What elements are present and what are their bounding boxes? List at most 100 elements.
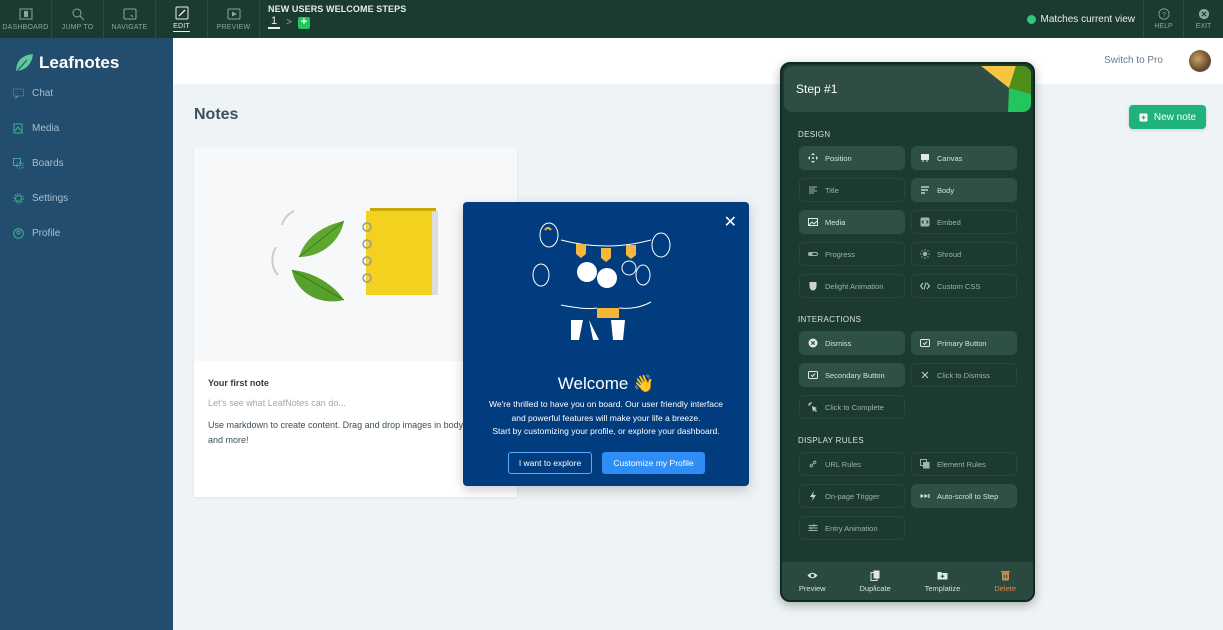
option-label: Click to Dismiss: [937, 370, 990, 380]
mask-icon: [809, 282, 817, 291]
option-element-rules[interactable]: Element Rules: [911, 452, 1017, 476]
option-label: Element Rules: [937, 459, 986, 469]
progress-icon: [808, 252, 818, 256]
duplicate-label: Duplicate: [859, 583, 891, 593]
view-match-label: Matches current view: [1040, 13, 1135, 25]
toolbar-dashboard-label: DASHBOARD: [2, 24, 49, 31]
option-label: Custom CSS: [937, 281, 981, 291]
option-click-to-dismiss[interactable]: Click to Dismiss: [911, 363, 1017, 387]
option-label: Position: [825, 153, 852, 163]
code-icon: [920, 282, 930, 290]
preview-label: Preview: [798, 583, 826, 593]
chat-icon: [13, 88, 24, 99]
toolbar-navigate-button[interactable]: NAVIGATE: [104, 0, 156, 38]
sidebar-item-media[interactable]: Media: [13, 123, 59, 134]
option-embed[interactable]: Embed: [911, 210, 1017, 234]
option-label: Delight Animation: [825, 281, 884, 291]
page-title: Notes: [194, 106, 239, 123]
image-icon: [808, 218, 818, 226]
title-icon: [809, 186, 817, 194]
option-label: Shroud: [937, 249, 962, 259]
sidebar-item-label: Boards: [32, 158, 64, 169]
option-auto-scroll[interactable]: Auto-scroll to Step: [911, 484, 1017, 508]
option-label: Body: [937, 185, 955, 195]
option-primary-button[interactable]: Primary Button: [911, 331, 1017, 355]
option-media[interactable]: Media: [799, 210, 905, 234]
option-progress[interactable]: Progress: [799, 242, 905, 266]
option-custom-css[interactable]: Custom CSS: [911, 274, 1017, 298]
new-note-button[interactable]: New note: [1129, 105, 1206, 129]
profile-icon: [13, 228, 24, 239]
dashboard-icon: [19, 8, 32, 20]
sidebar-item-boards[interactable]: Boards: [13, 158, 64, 169]
option-entry-animation[interactable]: Entry Animation: [799, 516, 905, 540]
brand-name: Leafnotes: [39, 53, 120, 72]
option-label: Primary Button: [937, 338, 987, 348]
leaf-icon: [15, 54, 33, 73]
sidebar-item-settings[interactable]: Settings: [13, 193, 68, 204]
button-check-icon: [920, 339, 930, 347]
option-delight-animation[interactable]: Delight Animation: [799, 274, 905, 298]
switch-to-pro-link[interactable]: Switch to Pro: [1104, 55, 1163, 66]
modal-text-line: We're thrilled to have you on board. Our…: [489, 399, 723, 409]
duplicate-step-button[interactable]: Duplicate: [859, 570, 891, 593]
option-body[interactable]: Body: [911, 178, 1017, 202]
step-tab-1[interactable]: 1: [268, 16, 281, 29]
help-label: HELP: [1154, 23, 1173, 30]
delete-step-button[interactable]: Delete: [994, 570, 1016, 593]
option-dismiss[interactable]: Dismiss: [799, 331, 905, 355]
option-position[interactable]: Position: [799, 146, 905, 170]
button-check-icon: [808, 371, 818, 379]
copy-icon: [870, 570, 880, 581]
option-label: Title: [825, 185, 839, 195]
toolbar-jump-to-button[interactable]: JUMP TO: [52, 0, 104, 38]
sidebar-item-chat[interactable]: Chat: [13, 88, 53, 99]
delete-label: Delete: [994, 583, 1017, 593]
note-subtitle: Let's see what LeafNotes can do...: [208, 398, 346, 408]
panel-header: Step #1: [784, 66, 1031, 112]
explore-button[interactable]: I want to explore: [508, 452, 592, 474]
svg-text:?: ?: [1162, 12, 1166, 19]
toolbar-preview-button[interactable]: PREVIEW: [208, 0, 260, 38]
option-label: Auto-scroll to Step: [937, 491, 999, 501]
eye-icon: [807, 572, 818, 578]
option-secondary-button[interactable]: Secondary Button: [799, 363, 905, 387]
sidebar-item-label: Settings: [32, 193, 69, 204]
option-label: Secondary Button: [825, 370, 885, 380]
preview-step-button[interactable]: Preview: [799, 570, 826, 593]
option-label: Media: [825, 217, 846, 227]
option-on-page-trigger[interactable]: On-page Trigger: [799, 484, 905, 508]
modal-text-line: Start by customizing your profile, or ex…: [492, 426, 720, 436]
exit-button[interactable]: EXIT: [1183, 0, 1223, 38]
modal-text-line: and powerful features will make your lif…: [511, 412, 701, 423]
option-click-to-complete[interactable]: Click to Complete: [799, 395, 905, 419]
view-match-status: Matches current view: [1026, 0, 1143, 38]
toolbar-edit-button[interactable]: EDIT: [156, 0, 208, 38]
app-header: Switch to Pro: [173, 38, 1223, 84]
step-tabs: 1 > +: [268, 16, 406, 29]
sidebar-item-profile[interactable]: Profile: [13, 228, 60, 239]
note-add-icon: [1139, 113, 1148, 121]
welcome-modal: ✕ Welcome 👋 We're thrilled to have you o…: [463, 202, 749, 486]
folder-plus-icon: [937, 571, 948, 579]
option-url-rules[interactable]: URL Rules: [799, 452, 905, 476]
close-icon[interactable]: ✕: [724, 212, 737, 232]
customize-profile-button[interactable]: Customize my Profile: [602, 452, 705, 474]
dismiss-icon: [808, 338, 818, 348]
sidebar-item-label: Media: [32, 123, 60, 134]
help-icon: ?: [1157, 8, 1170, 20]
toolbar-dashboard-button[interactable]: DASHBOARD: [0, 0, 52, 38]
search-icon: [72, 8, 84, 21]
add-step-button[interactable]: +: [297, 16, 310, 29]
option-title[interactable]: Title: [799, 178, 905, 202]
exit-label: EXIT: [1195, 23, 1212, 30]
option-canvas[interactable]: Canvas: [911, 146, 1017, 170]
templatize-step-button[interactable]: Templatize: [925, 570, 960, 593]
brand-logo[interactable]: Leafnotes: [13, 52, 119, 74]
avatar[interactable]: [1189, 50, 1211, 72]
toolbar-navigate-label: NAVIGATE: [111, 24, 148, 31]
section-design-label: DESIGN: [798, 130, 831, 139]
option-shroud[interactable]: Shroud: [911, 242, 1017, 266]
toolbar-preview-label: PREVIEW: [216, 24, 251, 31]
help-button[interactable]: ? HELP: [1143, 0, 1183, 38]
